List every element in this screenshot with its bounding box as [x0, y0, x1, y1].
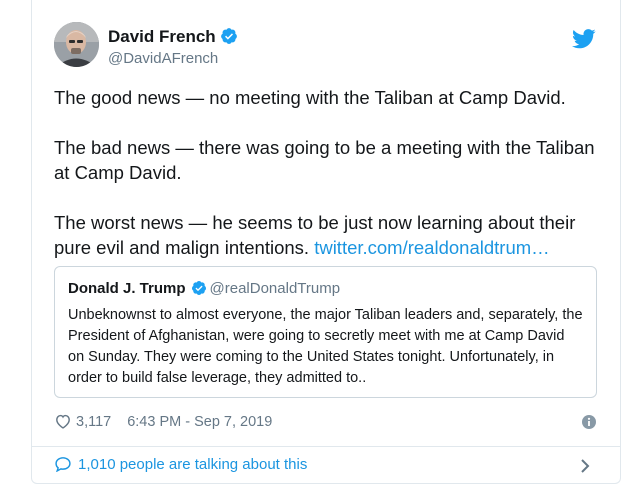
like-count[interactable]: 3,117: [76, 414, 111, 430]
tweet-meta: 3,117 6:43 PM - Sep 7, 2019: [54, 410, 598, 434]
divider: [32, 446, 620, 447]
heart-outline-icon[interactable]: [54, 413, 72, 429]
speech-bubble-icon: [55, 457, 71, 472]
tweet-card[interactable]: David French @DavidAFrench The good news…: [31, 0, 621, 484]
quoted-tweet-text: Unbeknownst to almost everyone, the majo…: [68, 307, 583, 386]
conversation-label[interactable]: 1,010 people are talking about this: [78, 456, 307, 473]
twitter-bird-icon[interactable]: [572, 29, 596, 49]
verified-badge-icon: [220, 28, 237, 44]
info-circle-icon[interactable]: [582, 415, 596, 429]
tweet-paragraph: The bad news — there was going to be a m…: [54, 137, 595, 183]
verified-badge-icon: [191, 281, 206, 295]
author-handle[interactable]: @DavidAFrench: [108, 50, 218, 68]
tweet-paragraph: The good news — no meeting with the Tali…: [54, 87, 566, 108]
tweet-timestamp[interactable]: 6:43 PM - Sep 7, 2019: [127, 414, 272, 430]
author-name[interactable]: David French: [108, 27, 238, 47]
avatar[interactable]: [54, 22, 99, 67]
author-name-text[interactable]: David French: [108, 27, 216, 46]
quoted-author-name[interactable]: Donald J. Trump: [68, 280, 186, 297]
quoted-tweet-header: Donald J. Trump @realDonaldTrump: [68, 279, 583, 299]
tweet-paragraph: The worst news — he seems to be just now…: [54, 210, 602, 260]
tweet-body: The good news — no meeting with the Tali…: [54, 85, 602, 285]
conversation-link[interactable]: 1,010 people are talking about this: [54, 452, 598, 478]
quoted-tweet-link[interactable]: twitter.com/realdonaldtrum…: [314, 237, 549, 258]
tweet-header: David French @DavidAFrench: [54, 22, 598, 72]
quoted-author-handle[interactable]: @realDonaldTrump: [210, 280, 341, 297]
chevron-right-icon[interactable]: [580, 459, 590, 473]
quoted-tweet-card[interactable]: Donald J. Trump @realDonaldTrump Unbeknow…: [54, 266, 597, 398]
